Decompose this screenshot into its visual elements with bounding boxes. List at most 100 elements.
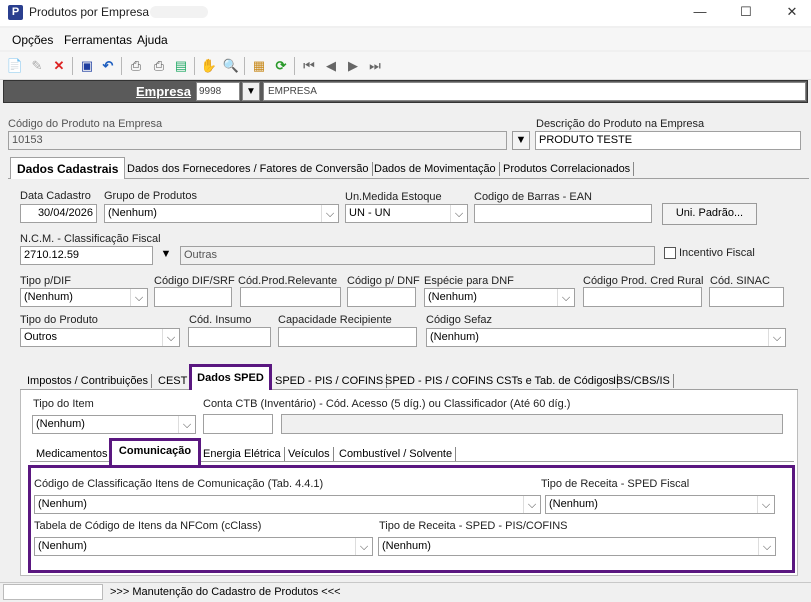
undo-icon[interactable]: ↶ — [99, 57, 117, 75]
ncm-description-field: Outras — [180, 246, 655, 265]
grupo-produtos-label: Grupo de Produtos — [104, 190, 197, 202]
edit-pencil-icon[interactable]: ✎ — [28, 57, 46, 75]
search-icon[interactable]: 🔍 — [222, 57, 240, 75]
codigo-dif-label: Código DIF/SRF — [154, 275, 235, 287]
unmedida-select[interactable]: UN - UN ⌵ — [345, 204, 468, 223]
status-box — [3, 584, 103, 600]
toolbar-separator — [194, 57, 195, 75]
previous-record-icon[interactable]: ◀ — [322, 57, 340, 75]
chevron-down-icon: ⌵ — [178, 416, 195, 433]
export-icon[interactable]: ▤ — [172, 57, 190, 75]
tab-comunicacao[interactable]: Comunicação — [109, 438, 201, 465]
cod-relevante-field[interactable] — [240, 287, 341, 307]
tab-sped-pis-cofins[interactable]: SPED - PIS / COFINS — [272, 374, 388, 388]
empresa-code-input[interactable]: 9998 — [196, 82, 240, 101]
incentivo-fiscal-checkbox[interactable] — [664, 247, 676, 259]
cod-sefaz-select[interactable]: (Nenhum) ⌵ — [426, 328, 786, 347]
ncm-dropdown-button[interactable]: ▼ — [157, 246, 175, 265]
chevron-down-icon: ⌵ — [768, 329, 785, 346]
app-icon: P — [8, 5, 23, 20]
menu-ferramentas[interactable]: Ferramentas — [64, 33, 132, 47]
especie-dnf-select[interactable]: (Nenhum) ⌵ — [424, 288, 575, 307]
maximize-button[interactable]: ☐ — [723, 0, 769, 26]
ncm-field[interactable]: 2710.12.59 — [20, 246, 153, 265]
print-preview-icon[interactable]: ⎙ — [150, 57, 168, 75]
capacidade-field[interactable] — [278, 327, 417, 347]
new-doc-icon[interactable]: 📄 — [6, 57, 24, 75]
codigo-produto-label: Código do Produto na Empresa — [8, 118, 163, 130]
chevron-down-icon: ⌵ — [355, 538, 372, 555]
codigo-dropdown-button[interactable]: ▼ — [512, 131, 530, 150]
descricao-produto-field[interactable]: PRODUTO TESTE — [535, 131, 801, 150]
tab-dados-cadastrais[interactable]: Dados Cadastrais — [10, 157, 126, 179]
tab-sped-pis-cofins-csts[interactable]: SPED - PIS / COFINS CSTs e Tab. de Códig… — [382, 374, 619, 388]
cod-dnf-label: Código p/ DNF — [347, 275, 420, 287]
hand-icon[interactable]: ✋ — [200, 57, 218, 75]
menu-opcoes[interactable]: Opções — [12, 33, 53, 47]
classif-comunicacao-label: Código de Classificação Itens de Comunic… — [34, 478, 324, 490]
next-record-icon[interactable]: ▶ — [344, 57, 362, 75]
tab-produtos-correlacionados[interactable]: Produtos Correlacionados — [500, 162, 635, 176]
window-title: Produtos por Empresa — [29, 5, 150, 19]
receita-pis-select[interactable]: (Nenhum) ⌵ — [378, 537, 776, 556]
close-button[interactable]: ✕ — [769, 0, 811, 26]
refresh-icon[interactable]: ⟳ — [272, 57, 290, 75]
tab-veiculos[interactable]: Veículos — [285, 447, 334, 461]
status-text: >>> Manutenção do Cadastro de Produtos <… — [110, 586, 341, 598]
chevron-down-icon: ⌵ — [758, 538, 775, 555]
data-cadastro-field[interactable]: 30/04/2026 — [20, 204, 97, 223]
cod-sefaz-label: Código Sefaz — [426, 314, 493, 326]
receita-fiscal-select[interactable]: (Nenhum) ⌵ — [545, 495, 775, 514]
chevron-down-icon: ⌵ — [321, 205, 338, 222]
tipo-dif-select[interactable]: (Nenhum) ⌵ — [20, 288, 148, 307]
print-icon[interactable]: ⎙ — [127, 57, 145, 75]
menu-ajuda[interactable]: Ajuda — [137, 33, 168, 47]
unmedida-label: Un.Medida Estoque — [345, 191, 442, 203]
tab-dados-fornecedores[interactable]: Dados dos Fornecedores / Fatores de Conv… — [124, 162, 373, 176]
tab-energia-eletrica[interactable]: Energia Elétrica — [200, 447, 285, 461]
codigo-dif-field[interactable] — [154, 287, 232, 307]
classif-comunicacao-select[interactable]: (Nenhum) ⌵ — [34, 495, 541, 514]
chevron-down-icon: ⌵ — [450, 205, 467, 222]
delete-x-icon[interactable]: ✕ — [50, 57, 68, 75]
receita-pis-label: Tipo de Receita - SPED - PIS/COFINS — [379, 520, 568, 532]
chevron-down-icon: ⌵ — [162, 329, 179, 346]
ean-field[interactable] — [474, 204, 652, 223]
nfcom-select[interactable]: (Nenhum) ⌵ — [34, 537, 373, 556]
empresa-name-field: EMPRESA — [263, 82, 806, 101]
tipo-produto-select[interactable]: Outros ⌵ — [20, 328, 180, 347]
sinac-label: Cód. SINAC — [710, 275, 770, 287]
codigo-produto-field[interactable]: 10153 — [8, 131, 507, 150]
toolbar-separator — [244, 57, 245, 75]
tab-cest[interactable]: CEST — [155, 374, 192, 388]
title-redaction — [150, 6, 208, 18]
toolbar-separator — [294, 57, 295, 75]
cred-rural-label: Código Prod. Cred Rural — [583, 275, 704, 287]
grupo-produtos-select[interactable]: (Nenhum) ⌵ — [104, 204, 339, 223]
uni-padrao-button[interactable]: Uni. Padrão... — [662, 203, 757, 225]
tab-ibs-cbs-is[interactable]: IBS/CBS/IS — [610, 374, 674, 388]
capacidade-label: Capacidade Recipiente — [278, 314, 392, 326]
conta-ctb-field[interactable] — [203, 414, 273, 434]
tab-dados-movimentacao[interactable]: Dados de Movimentação — [371, 162, 500, 176]
chevron-down-icon: ⌵ — [130, 289, 147, 306]
cod-insumo-field[interactable] — [188, 327, 271, 347]
tab-impostos[interactable]: Impostos / Contribuições — [24, 374, 153, 388]
last-record-icon[interactable]: ⏭ — [366, 57, 384, 75]
tipo-item-select[interactable]: (Nenhum) ⌵ — [32, 415, 196, 434]
minimize-button[interactable]: — — [677, 0, 723, 26]
tab-dados-sped[interactable]: Dados SPED — [189, 364, 272, 393]
cod-dnf-field[interactable] — [347, 287, 416, 307]
tab-combustivel[interactable]: Combustível / Solvente — [336, 447, 457, 461]
ean-label: Codigo de Barras - EAN — [474, 191, 592, 203]
properties-icon[interactable]: ▦ — [250, 57, 268, 75]
empresa-dropdown-button[interactable]: ▼ — [242, 82, 260, 101]
sinac-field[interactable] — [709, 287, 784, 307]
save-disk-icon[interactable]: ▣ — [78, 57, 96, 75]
receita-fiscal-label: Tipo de Receita - SPED Fiscal — [541, 478, 690, 490]
cred-rural-field[interactable] — [583, 287, 702, 307]
first-record-icon[interactable]: ⏮ — [300, 57, 318, 75]
especie-dnf-label: Espécie para DNF — [424, 275, 514, 287]
tab-medicamentos[interactable]: Medicamentos — [33, 447, 112, 461]
main-tab-line — [8, 178, 809, 179]
